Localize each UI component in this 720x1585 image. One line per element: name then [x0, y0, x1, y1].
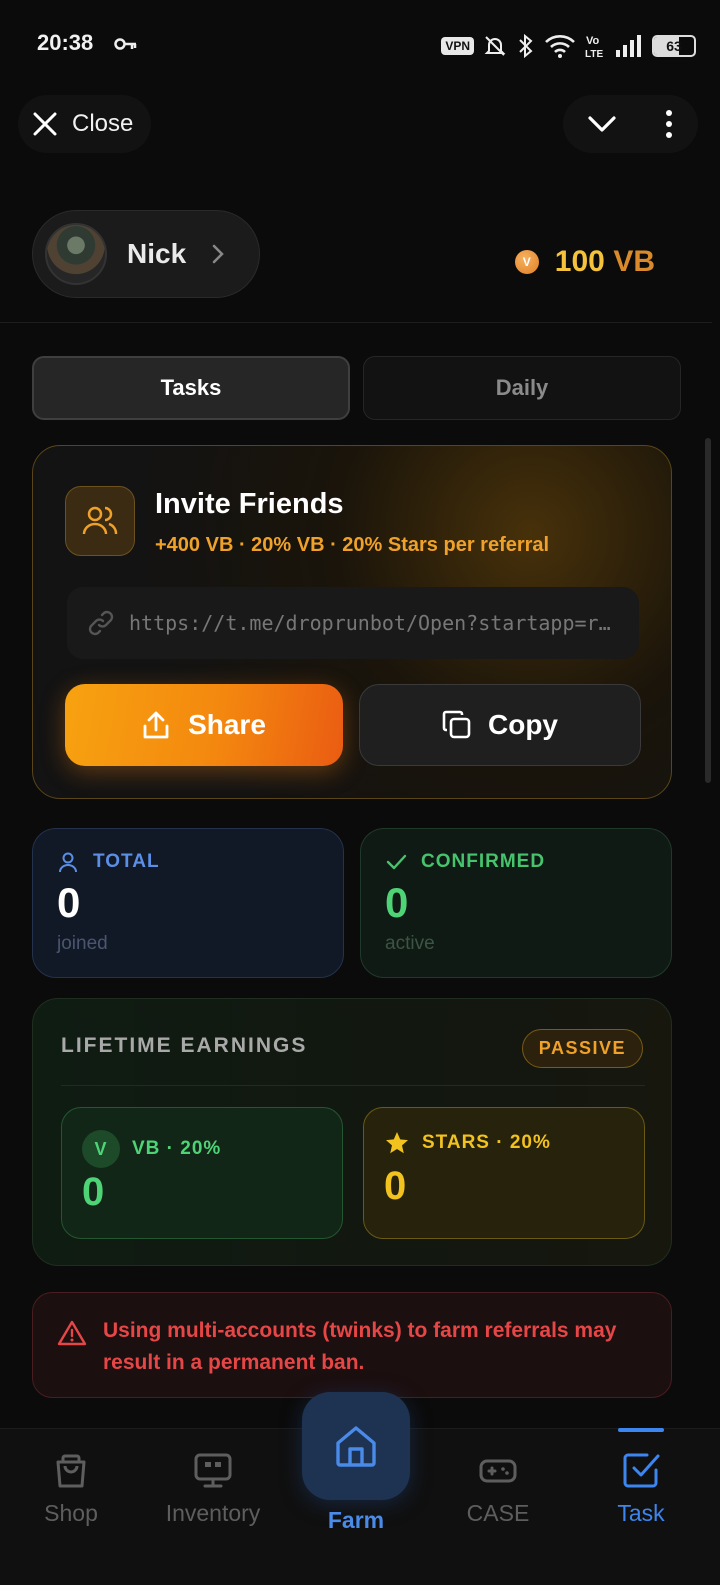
chevron-right-icon	[212, 244, 224, 264]
top-right-controls	[563, 95, 698, 153]
earnings-stars-box: STARS · 20% 0	[363, 1107, 645, 1239]
bluetooth-icon	[519, 33, 533, 59]
profile-button[interactable]: Nick	[32, 210, 260, 298]
key-icon	[114, 38, 137, 50]
earnings-stars-header: STARS · 20%	[384, 1130, 624, 1156]
vpn-icon: VPN	[441, 37, 474, 55]
shopping-bag-icon	[56, 1454, 86, 1488]
volte-icon: Vo LTE	[585, 35, 603, 60]
earnings-vb-label: VB · 20%	[132, 1138, 222, 1159]
lifetime-divider	[61, 1085, 645, 1086]
mute-icon	[484, 36, 506, 56]
invite-subtitle: +400 VB · 20% VB · 20% Stars per referra…	[155, 534, 550, 556]
checkbox-icon	[623, 1453, 660, 1488]
warning-icon	[57, 1320, 87, 1346]
star-icon	[386, 1132, 408, 1154]
share-button[interactable]: Share	[65, 684, 343, 766]
active-tab-indicator	[618, 1428, 664, 1432]
nav-case[interactable]: CASE	[428, 1450, 568, 1527]
svg-text:LTE: LTE	[585, 49, 603, 60]
balance-amount: 100	[554, 245, 605, 278]
close-icon	[33, 112, 57, 136]
lifetime-earnings-card: LIFETIME EARNINGS PASSIVE V VB · 20% 0 S…	[32, 998, 672, 1266]
earnings-vb-box: V VB · 20% 0	[61, 1107, 343, 1239]
header-divider	[0, 322, 712, 323]
scrollbar[interactable]	[705, 438, 711, 783]
stat-confirmed-value: 0	[385, 879, 409, 926]
lifetime-title: LIFETIME EARNINGS	[61, 1034, 308, 1057]
copy-button[interactable]: Copy	[359, 684, 641, 766]
nav-farm[interactable]	[302, 1392, 410, 1500]
tab-daily[interactable]: Daily	[363, 356, 681, 420]
invite-card: Invite Friends +400 VB · 20% VB · 20% St…	[32, 445, 672, 799]
passive-badge: PASSIVE	[521, 1029, 643, 1068]
stat-total-foot: joined	[57, 933, 108, 954]
nav-task-label: Task	[617, 1500, 665, 1526]
multi-account-warning: Using multi-accounts (twinks) to farm re…	[32, 1292, 672, 1398]
nav-inventory[interactable]: Inventory	[143, 1450, 283, 1527]
earnings-vb-value: 0	[82, 1170, 105, 1214]
stat-confirmed-foot: active	[385, 933, 435, 954]
coin-icon: V	[514, 250, 539, 274]
monitor-icon	[194, 1453, 232, 1488]
more-vertical-icon[interactable]	[664, 109, 674, 139]
stat-confirmed-card: CONFIRMED 0 active	[360, 828, 672, 978]
chevron-down-icon[interactable]	[587, 114, 617, 134]
share-icon	[143, 711, 169, 739]
referral-link-text: https://t.me/droprunbot/Open?startapp=re…	[129, 611, 619, 635]
earnings-vb-header: V VB · 20%	[82, 1130, 322, 1168]
home-icon	[336, 1426, 376, 1467]
user-icon	[59, 852, 77, 873]
nav-shop[interactable]: Shop	[1, 1450, 141, 1527]
invite-icon-box	[65, 486, 135, 556]
stat-confirmed-label: CONFIRMED	[421, 851, 546, 872]
status-time: 20:38	[37, 30, 94, 55]
svg-text:Vo: Vo	[586, 35, 600, 47]
stat-total-label: TOTAL	[93, 851, 160, 872]
nav-case-label: CASE	[466, 1500, 530, 1526]
stat-total-card: TOTAL 0 joined	[32, 828, 344, 978]
avatar	[45, 223, 107, 285]
stat-total-value: 0	[57, 879, 81, 926]
tab-tasks[interactable]: Tasks	[32, 356, 350, 420]
status-icons: VPN Vo LTE 63	[441, 30, 696, 62]
nav-task[interactable]: Task	[571, 1450, 711, 1527]
earnings-stars-label: STARS · 20%	[422, 1132, 551, 1153]
referral-link-field[interactable]: https://t.me/droprunbot/Open?startapp=re…	[67, 587, 639, 659]
invite-title: Invite Friends	[155, 488, 344, 520]
earnings-stars-value: 0	[384, 1164, 407, 1208]
users-icon	[82, 506, 118, 535]
profile-name: Nick	[127, 238, 187, 269]
wifi-icon	[545, 35, 575, 58]
nav-shop-label: Shop	[44, 1500, 98, 1526]
signal-icon	[616, 35, 641, 57]
close-label: Close	[72, 110, 134, 137]
balance-unit: VB	[613, 245, 655, 278]
close-button[interactable]: Close	[18, 95, 152, 153]
balance: V 100 VB	[514, 245, 655, 279]
warning-text: Using multi-accounts (twinks) to farm re…	[103, 1319, 617, 1374]
stat-total-header: TOTAL	[57, 851, 319, 873]
check-icon	[386, 854, 407, 870]
share-label: Share	[188, 709, 266, 740]
battery-icon: 63	[652, 35, 696, 57]
copy-label: Copy	[488, 709, 558, 740]
nav-farm-label: Farm	[327, 1507, 385, 1533]
copy-icon	[442, 710, 471, 739]
gamepad-icon	[479, 1459, 517, 1483]
vb-icon: V	[82, 1130, 120, 1168]
nav-inventory-label: Inventory	[165, 1500, 261, 1526]
stat-confirmed-header: CONFIRMED	[385, 851, 647, 873]
link-icon	[88, 610, 114, 636]
